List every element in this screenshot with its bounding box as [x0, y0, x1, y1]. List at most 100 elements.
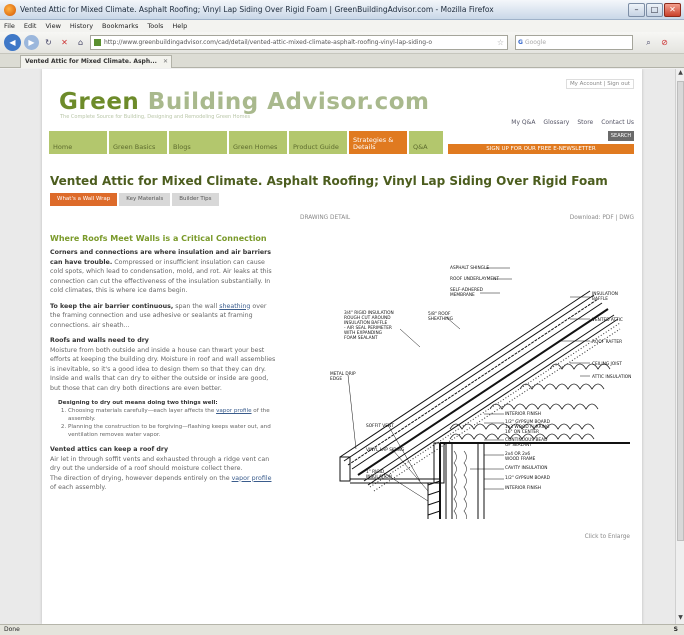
nav-home[interactable]: Home [49, 131, 107, 154]
maximize-button[interactable]: □ [646, 2, 663, 17]
page-title: Vented Attic for Mixed Climate. Asphalt … [50, 174, 608, 188]
menu-tools[interactable]: Tools [147, 22, 163, 30]
vapor-profile-link[interactable]: vapor profile [216, 408, 251, 414]
label-roof-rafter: ROOF RAFTER [592, 339, 622, 345]
nav-blogs[interactable]: Blogs [169, 131, 227, 154]
callout-item-1: Choosing materials carefully—each layer … [68, 407, 278, 423]
click-to-enlarge-link[interactable]: Click to Enlarge [585, 534, 630, 540]
link-my-qa[interactable]: My Q&A [511, 119, 535, 126]
window-titlebar[interactable]: Vented Attic for Mixed Climate. Asphalt … [0, 0, 684, 20]
navigation-toolbar: ◀ ▶ ↻ ✕ ⌂ http://www.greenbuildingadviso… [0, 32, 684, 54]
scroll-down-icon[interactable]: ▼ [676, 614, 684, 624]
nav-product-guide[interactable]: Product Guide [289, 131, 347, 154]
back-button[interactable]: ◀ [4, 34, 21, 51]
section-heading: Where Roofs Meet Walls is a Critical Con… [50, 234, 267, 243]
url-bar[interactable]: http://www.greenbuildingadvisor.com/cad/… [90, 35, 508, 50]
tab-active[interactable]: Vented Attic for Mixed Climate. Asph... … [20, 55, 172, 68]
tab-close-icon[interactable]: ✕ [163, 58, 168, 65]
tab-builder-tips[interactable]: Builder Tips [172, 193, 219, 206]
status-bar: Done S [0, 624, 684, 635]
logo-green: Green [59, 89, 140, 115]
paragraph-1: Corners and connections are where insula… [50, 249, 272, 294]
link-glossary[interactable]: Glossary [543, 119, 569, 126]
newsletter-signup-button[interactable]: SIGN UP FOR OUR FREE E-NEWSLETTER [448, 144, 634, 154]
link-store[interactable]: Store [577, 119, 593, 126]
tab-key-materials[interactable]: Key Materials [119, 193, 171, 206]
subheading-dry: Roofs and walls need to dry [50, 337, 149, 344]
firefox-icon [4, 3, 16, 16]
label-metal-drip-2: EDGE [330, 376, 342, 382]
link-contact[interactable]: Contact Us [601, 119, 634, 126]
stop-icon[interactable]: ✕ [58, 36, 71, 49]
download-links[interactable]: Download: PDF | DWG [570, 215, 634, 221]
search-input[interactable]: G Google [515, 35, 633, 50]
label-cavity-insulation: CAVITY INSULATION [505, 465, 547, 471]
menu-bar: File Edit View History Bookmarks Tools H… [0, 20, 684, 32]
article-tabs: What's a Wall Wrap Key Materials Builder… [50, 193, 219, 206]
search-go-icon[interactable]: ⌕ [642, 36, 655, 49]
label-bead-2: OF SEALANT [505, 442, 532, 448]
content-viewport: My Account | Sign out Green Building Adv… [0, 69, 684, 624]
site-favicon-icon [94, 39, 101, 46]
label-vinyl-siding: VINYL LAP SIDING [366, 447, 404, 453]
cad-detail-drawing[interactable]: ASPHALT SHINGLE ROOF UNDERLAYMENT SELF-A… [300, 229, 634, 519]
label-interior-finish: INTERIOR FINISH [505, 411, 541, 417]
label-gypsum-3: 16" ON CENTER [505, 429, 539, 435]
forward-button[interactable]: ▶ [24, 35, 39, 50]
label-attic-insulation: ATTIC INSULATION [592, 374, 631, 380]
label-membrane: MEMBRANE [450, 292, 475, 298]
security-icon: S [673, 626, 678, 633]
nav-qa[interactable]: Q&A [409, 131, 443, 154]
menu-view[interactable]: View [45, 22, 60, 30]
home-icon[interactable]: ⌂ [74, 36, 87, 49]
site-tagline: The Complete Source for Building, Design… [60, 114, 251, 120]
callout-item-2: Planning the construction to be forgivin… [68, 423, 278, 439]
menu-history[interactable]: History [70, 22, 93, 30]
site-logo[interactable]: Green Building Advisor.com [59, 89, 430, 115]
bookmark-star-icon[interactable]: ☆ [497, 38, 504, 47]
article-text: Corners and connections are where insula… [50, 248, 278, 493]
label-stud-2: WOOD FRAME [505, 456, 536, 462]
main-navigation: Home Green Basics Blogs Green Homes Prod… [49, 131, 443, 154]
label-vented-attic: VENTED ATTIC [592, 317, 623, 323]
scrollbar-thumb[interactable] [677, 81, 684, 541]
vertical-scrollbar[interactable]: ▲ ▼ [675, 69, 684, 624]
paragraph-3: Moisture from both outside and inside a … [50, 346, 276, 392]
tab-title: Vented Attic for Mixed Climate. Asph... [25, 58, 157, 65]
insulation-baffle [369, 322, 621, 492]
window-title: Vented Attic for Mixed Climate. Asphalt … [20, 5, 494, 14]
cavity-insulation [453, 450, 467, 519]
close-button[interactable]: ✕ [664, 2, 681, 17]
search-placeholder: Google [524, 39, 547, 46]
label-rigid-6: FOAM SEALANT [344, 335, 378, 341]
addon-icon[interactable]: ⊘ [658, 36, 671, 49]
url-text[interactable]: http://www.greenbuildingadvisor.com/cad/… [104, 39, 494, 46]
label-interior-finish-b: INTERIOR FINISH [505, 485, 541, 491]
subheading-vented: Vented attics can keep a roof dry [50, 446, 169, 453]
drawing-labels: ASPHALT SHINGLE ROOF UNDERLAYMENT SELF-A… [330, 265, 631, 491]
tab-bar: Vented Attic for Mixed Climate. Asph... … [0, 54, 684, 68]
menu-file[interactable]: File [4, 22, 15, 30]
label-roof-sheathing-2: SHEATHING [428, 316, 453, 322]
nav-strategies-details[interactable]: Strategies & Details [349, 131, 407, 154]
minimize-button[interactable]: – [628, 2, 645, 17]
menu-help[interactable]: Help [172, 22, 187, 30]
nav-green-homes[interactable]: Green Homes [229, 131, 287, 154]
label-rigid-ins-2: INSULATION [366, 474, 392, 480]
utility-links: My Q&A Glossary Store Contact Us [511, 119, 634, 126]
paragraph-4: Air let in through soffit vents and exha… [50, 455, 272, 492]
menu-bookmarks[interactable]: Bookmarks [102, 22, 138, 30]
account-links[interactable]: My Account | Sign out [565, 79, 634, 89]
reload-icon[interactable]: ↻ [42, 36, 55, 49]
logo-rest: Building Advisor.com [139, 89, 430, 115]
nav-green-basics[interactable]: Green Basics [109, 131, 167, 154]
label-gypsum-b: 1/2" GYPSUM BOARD [505, 475, 551, 481]
scroll-up-icon[interactable]: ▲ [676, 69, 684, 79]
sheathing-link[interactable]: sheathing [219, 303, 250, 310]
label-ceiling-joist: CEILING JOIST [592, 361, 622, 367]
site-search-button[interactable]: SEARCH [608, 131, 634, 141]
menu-edit[interactable]: Edit [24, 22, 37, 30]
vapor-profile-link-2[interactable]: vapor profile [232, 475, 272, 482]
label-asphalt-shingle: ASPHALT SHINGLE [450, 265, 489, 271]
tab-wall-wrap[interactable]: What's a Wall Wrap [50, 193, 118, 206]
